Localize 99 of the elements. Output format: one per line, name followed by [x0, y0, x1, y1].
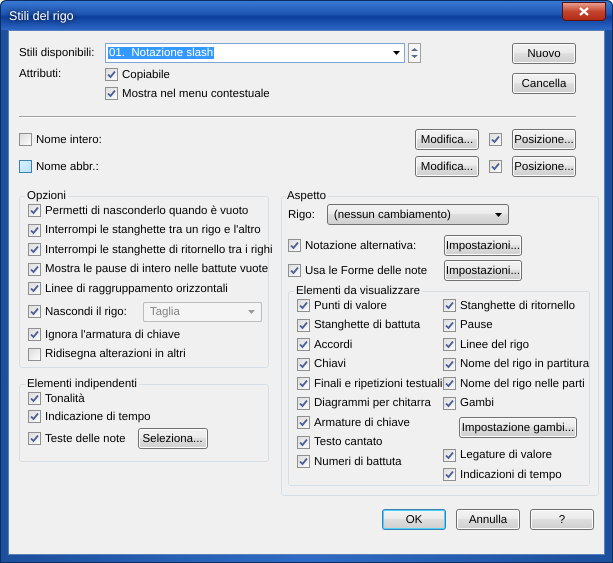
stem-settings-button[interactable]: Impostazione gambi... — [459, 417, 577, 438]
checkbox[interactable] — [443, 396, 456, 410]
dropdown-arrow-icon — [494, 212, 502, 216]
checkbox-label: Numeri di battuta — [314, 456, 402, 468]
checkbox-label: Diagrammi per chitarra — [314, 397, 431, 409]
field-label: Stili disponibili: — [19, 47, 96, 59]
checkbox[interactable] — [28, 224, 41, 236]
select-button[interactable]: Seleziona... — [138, 428, 208, 449]
dropdown-arrow-icon — [393, 51, 400, 55]
checkbox-label: Ridisegna alterazioni in altri — [45, 348, 186, 360]
checkbox[interactable] — [443, 358, 456, 370]
checkbox-label: Indicazione di tempo — [45, 410, 150, 422]
checkbox[interactable] — [105, 68, 118, 81]
checkbox-label: Interrompi le stanghette di ritornello tra i righi — [45, 244, 273, 256]
checkbox[interactable] — [443, 338, 456, 351]
dialog-button[interactable]: ? — [530, 509, 594, 530]
action-button[interactable]: Cancella — [512, 73, 576, 94]
checkbox[interactable] — [297, 436, 310, 448]
checkbox[interactable] — [28, 282, 41, 295]
edit-button[interactable]: Modifica... — [415, 129, 479, 150]
checkbox[interactable] — [489, 133, 502, 146]
window-title: Stili del rigo — [9, 8, 74, 22]
checkbox-label: Linee di raggruppamento orizzontali — [45, 282, 228, 294]
checkbox-label: Notazione alternativa: — [305, 240, 416, 252]
dialog-button[interactable]: OK — [382, 509, 446, 530]
group-title: Aspetto — [286, 190, 327, 202]
close-icon — [579, 7, 589, 16]
dialog-button[interactable]: Annulla — [456, 509, 520, 530]
spin-arrows-icon — [411, 47, 418, 59]
checkbox-label: Stanghette di battuta — [314, 319, 420, 331]
checkbox[interactable] — [28, 204, 41, 217]
checkbox-label: Nascondi il rigo: — [45, 306, 127, 318]
checkbox-label: Armature di chiave — [314, 416, 410, 428]
checkbox-label: Usa le Forme delle note — [305, 264, 428, 276]
group-title: Elementi da visualizzare — [295, 285, 422, 297]
field-label: Rigo: — [288, 208, 315, 220]
checkbox-label: Mostra le pause di intero nelle battute vuote — [45, 263, 268, 275]
checkbox[interactable] — [297, 455, 310, 468]
checkbox[interactable] — [443, 377, 456, 390]
selected-text: 01. Notazione slash — [108, 47, 214, 59]
checkbox-label: Tonalità — [45, 392, 85, 404]
checkbox-label: Stanghette di ritornello — [460, 300, 576, 312]
checkbox[interactable] — [297, 299, 310, 312]
position-button[interactable]: Posizione... — [512, 129, 576, 150]
settings-button[interactable]: Impostazioni... — [444, 235, 522, 256]
checkbox-label: Punti di valore — [314, 300, 387, 312]
group-title: Elementi indipendenti — [26, 378, 138, 390]
checkbox-label: Nome del rigo nelle parti — [460, 378, 585, 390]
checkbox-label: Mostra nel menu contestuale — [122, 88, 270, 100]
staff-dropdown[interactable]: (nessun cambiamento) — [326, 204, 509, 225]
checkbox[interactable] — [28, 243, 41, 256]
checkbox[interactable] — [28, 410, 41, 423]
checkbox-label: Nome abbr.: — [36, 160, 99, 172]
checkbox-label: Indicazioni di tempo — [460, 468, 562, 480]
checkbox-label: Legature di valore — [460, 449, 552, 461]
checkbox[interactable] — [19, 133, 32, 146]
checkbox-label: Nome intero: — [36, 134, 102, 146]
checkbox[interactable] — [105, 87, 118, 100]
checkbox-label: Finali e ripetizioni testuali — [314, 378, 442, 390]
action-button[interactable]: Nuovo — [512, 43, 576, 64]
checkbox-label: Interrompi le stanghette tra un rigo e l'altro — [45, 224, 261, 236]
checkbox[interactable] — [297, 377, 310, 390]
checkbox-label: Ignora l'armatura di chiave — [45, 328, 180, 340]
checkbox-label: Permetti di nasconderlo quando è vuoto — [45, 204, 248, 216]
checkbox[interactable] — [443, 299, 456, 312]
settings-button[interactable]: Impostazioni... — [444, 260, 522, 281]
checkbox[interactable] — [297, 318, 310, 332]
checkbox[interactable] — [297, 396, 310, 410]
checkbox[interactable] — [28, 392, 41, 405]
checkbox[interactable] — [19, 160, 32, 173]
dropdown-arrow-icon — [248, 310, 255, 314]
checkbox[interactable] — [28, 262, 41, 276]
checkbox-label: Chiavi — [314, 358, 346, 370]
checkbox[interactable] — [288, 239, 301, 252]
checkbox[interactable] — [297, 416, 310, 429]
spin-button[interactable] — [408, 43, 421, 63]
field-label: Attributi: — [19, 68, 62, 80]
checkbox[interactable] — [297, 358, 310, 370]
checkbox-label: Testo cantato — [314, 436, 382, 448]
edit-button[interactable]: Modifica... — [415, 156, 479, 177]
checkbox-label: Nome del rigo in partitura — [460, 358, 590, 370]
checkbox[interactable] — [489, 160, 502, 173]
checkbox-label: Pause — [460, 319, 493, 331]
position-button[interactable]: Posizione... — [512, 156, 576, 177]
checkbox-label: Linee del rigo — [460, 338, 530, 350]
checkbox[interactable] — [297, 338, 310, 351]
checkbox-label: Teste delle note — [45, 432, 126, 444]
checkbox-label: Gambi — [460, 397, 494, 409]
close-button[interactable] — [562, 2, 606, 21]
checkbox-label: Copiabile — [122, 68, 170, 80]
group-title: Opzioni — [26, 190, 67, 202]
checkbox[interactable] — [28, 348, 41, 360]
checkbox[interactable] — [28, 432, 41, 445]
checkbox[interactable] — [28, 328, 41, 341]
checkbox[interactable] — [288, 264, 301, 277]
checkbox[interactable] — [443, 318, 456, 332]
checkbox-label: Accordi — [314, 338, 352, 350]
checkbox[interactable] — [443, 468, 456, 481]
checkbox[interactable] — [443, 448, 456, 462]
